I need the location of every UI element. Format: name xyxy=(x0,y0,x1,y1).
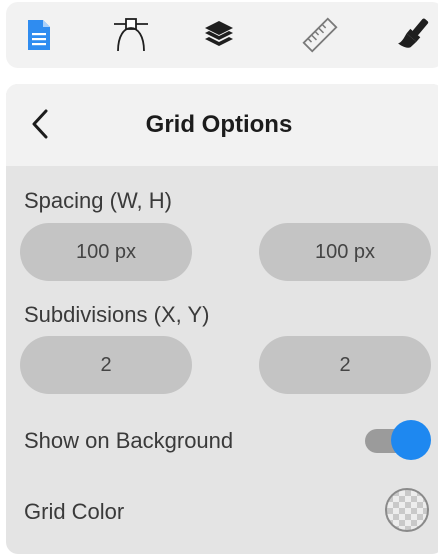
show-on-background-label: Show on Background xyxy=(24,428,234,453)
subdivisions-x-field[interactable]: 2 xyxy=(20,336,192,394)
spacing-label: Spacing (W, H) xyxy=(24,188,172,213)
ruler-icon xyxy=(302,17,338,53)
document-icon xyxy=(28,20,50,50)
subdivisions-y-field[interactable]: 2 xyxy=(259,336,431,394)
grid-color-swatch[interactable] xyxy=(385,488,429,532)
grid-options-panel: Grid Options Spacing (W, H) 100 px 100 p… xyxy=(6,84,438,554)
chevron-left-icon xyxy=(32,109,48,139)
paint-brush-tool-button[interactable] xyxy=(388,10,438,60)
grid-color-label: Grid Color xyxy=(24,499,125,524)
bezier-tool-button[interactable] xyxy=(106,10,156,60)
layers-tool-button[interactable] xyxy=(194,10,244,60)
panel-title: Grid Options xyxy=(145,111,293,138)
back-button[interactable] xyxy=(18,102,62,146)
subdivisions-label: Subdivisions (X, Y) xyxy=(24,302,210,327)
document-tool-button[interactable] xyxy=(14,10,64,60)
spacing-width-field[interactable]: 100 px xyxy=(20,223,192,281)
paint-brush-icon xyxy=(398,18,429,48)
top-toolbar xyxy=(6,2,438,68)
layers-icon xyxy=(205,21,233,46)
panel-header: Grid Options xyxy=(6,84,438,166)
show-on-background-toggle[interactable] xyxy=(365,420,431,460)
spacing-height-field[interactable]: 100 px xyxy=(259,223,431,281)
bezier-pen-icon xyxy=(114,18,148,52)
toggle-knob xyxy=(391,420,431,460)
ruler-tool-button[interactable] xyxy=(295,10,345,60)
